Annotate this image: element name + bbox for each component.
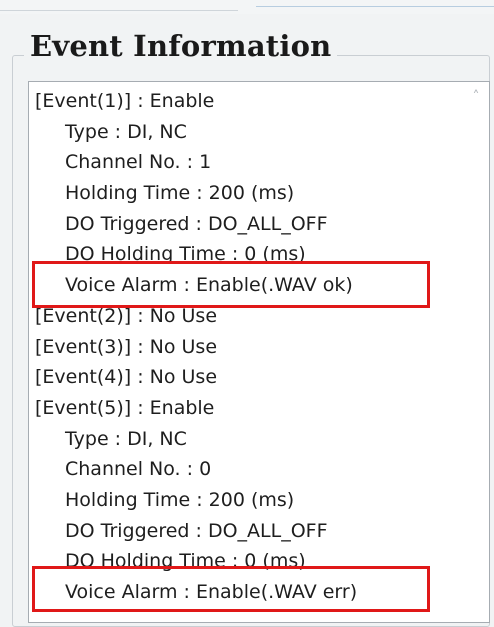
top-field-right	[256, 6, 494, 7]
event-5-detail[interactable]: Type : DI, NC	[33, 424, 461, 455]
event-header-4[interactable]: [Event(4)] : No Use	[33, 362, 461, 393]
event-list-content: [Event(1)] : Enable Type : DI, NC Channel …	[33, 86, 461, 616]
event-1-detail[interactable]: DO Triggered : DO_ALL_OFF	[33, 209, 461, 240]
event-header-1[interactable]: [Event(1)] : Enable	[33, 86, 461, 117]
group-title: Event Information	[24, 26, 338, 66]
event-5-detail[interactable]: Holding Time : 200 (ms)	[33, 485, 461, 516]
event-header-5[interactable]: [Event(5)] : Enable	[33, 393, 461, 424]
top-toolbar-strip	[0, 0, 494, 14]
event-1-detail[interactable]: Type : DI, NC	[33, 117, 461, 148]
event-5-detail[interactable]: Voice Alarm : Enable(.WAV err)	[33, 577, 461, 608]
event-5-detail[interactable]: DO Triggered : DO_ALL_OFF	[33, 516, 461, 547]
vertical-scrollbar[interactable]: ˄	[463, 82, 489, 622]
top-field-left	[0, 0, 238, 11]
event-header-3[interactable]: [Event(3)] : No Use	[33, 332, 461, 363]
event-header-2[interactable]: [Event(2)] : No Use	[33, 301, 461, 332]
event-list-box[interactable]: [Event(1)] : Enable Type : DI, NC Channel …	[28, 81, 490, 623]
event-5-detail[interactable]: Channel No. : 0	[33, 454, 461, 485]
event-5-detail[interactable]: DO Holding Time : 0 (ms)	[33, 546, 461, 577]
event-1-detail[interactable]: Channel No. : 1	[33, 147, 461, 178]
chevron-up-icon[interactable]: ˄	[467, 88, 485, 106]
event-1-detail[interactable]: Holding Time : 200 (ms)	[33, 178, 461, 209]
event-1-detail[interactable]: DO Holding Time : 0 (ms)	[33, 239, 461, 270]
event-1-detail[interactable]: Voice Alarm : Enable(.WAV ok)	[33, 270, 461, 301]
